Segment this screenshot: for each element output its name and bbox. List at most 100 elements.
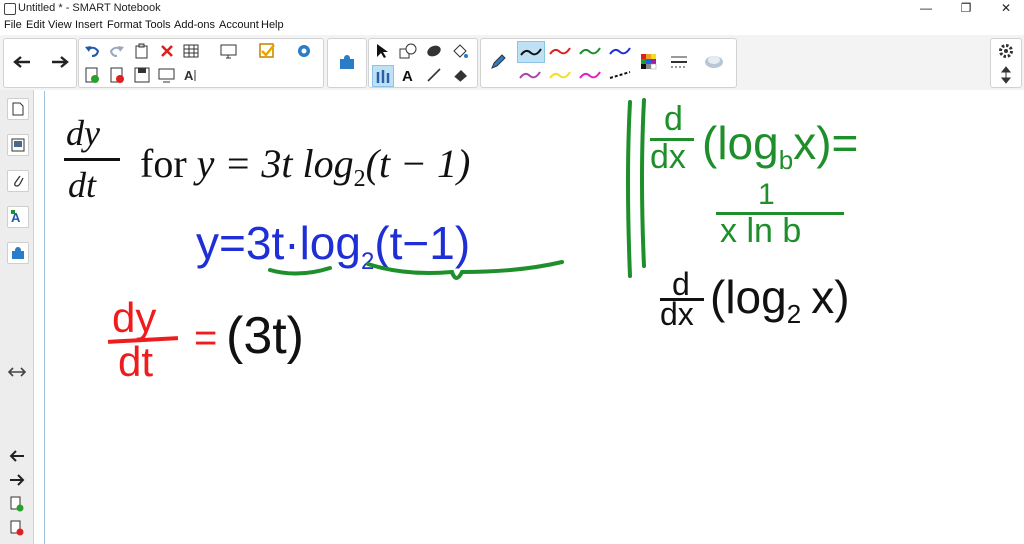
pen-magenta-swatch[interactable]: [577, 65, 603, 85]
paste-icon[interactable]: [132, 41, 152, 61]
problem-for-word: for: [140, 141, 187, 186]
menu-edit[interactable]: Edit: [26, 19, 45, 31]
activity-group: [327, 38, 367, 88]
page-edge-line: [44, 91, 45, 544]
previous-page-icon[interactable]: [7, 446, 27, 466]
pen-dashed-swatch[interactable]: [607, 65, 633, 85]
add-page-icon[interactable]: [7, 494, 27, 514]
pen-purple-swatch[interactable]: [517, 65, 543, 85]
settings-group: [990, 38, 1022, 88]
display-icon[interactable]: [157, 65, 177, 85]
problem-statement: for y = 3t log2(t − 1): [140, 140, 470, 193]
toolbar-position-icon[interactable]: [996, 65, 1016, 85]
next-page-icon[interactable]: [7, 470, 27, 490]
hw-equals: =: [194, 316, 218, 360]
delete-page-icon[interactable]: [7, 518, 27, 538]
delete-icon[interactable]: [157, 41, 177, 61]
close-button[interactable]: ✕: [996, 1, 1016, 17]
rule-result-fraction: 1 x ln b: [716, 178, 846, 258]
rule-log-arg: x)=: [793, 117, 859, 169]
remove-page-icon[interactable]: [107, 65, 127, 85]
pen-red-swatch[interactable]: [547, 41, 573, 61]
select-arrow-icon[interactable]: [372, 41, 392, 61]
hw-dydt-num: dy: [112, 294, 157, 341]
page-sorter-check-icon[interactable]: [257, 41, 277, 61]
svg-text:A: A: [402, 68, 413, 83]
rule-derivative-fraction: d dx: [648, 100, 698, 180]
pen-blue-swatch[interactable]: [607, 41, 633, 61]
redo-icon[interactable]: [107, 41, 127, 61]
menu-addons[interactable]: Add-ons: [174, 19, 215, 31]
addons-gear-icon[interactable]: [294, 41, 314, 61]
svg-text:A: A: [184, 68, 194, 83]
restore-button[interactable]: ❐: [956, 1, 976, 17]
title-bar: Untitled * - SMART Notebook — ❐ ✕: [0, 0, 1024, 18]
rule-result-num: 1: [758, 178, 775, 211]
settings-gear-icon[interactable]: [996, 41, 1016, 61]
rule-result-den: x ln b: [720, 212, 802, 250]
line-style-icon[interactable]: [669, 52, 689, 72]
hw-dydt-den: dt: [118, 338, 154, 385]
deriv-log-expression: (log2 x): [710, 270, 850, 330]
text-tool-icon[interactable]: A: [182, 65, 202, 85]
properties-tab-icon[interactable]: A: [7, 206, 29, 228]
pen-palette-group: [480, 38, 737, 88]
window-title: Untitled * - SMART Notebook: [18, 2, 161, 14]
deriv-fraction: d dx: [658, 266, 710, 336]
rule-d-den: dx: [650, 138, 686, 176]
menu-bar: File Edit View Insert Format Tools Add-o…: [0, 18, 1024, 35]
pens-icon[interactable]: [372, 65, 394, 87]
fraction-bar: [64, 158, 120, 161]
pen-green-swatch[interactable]: [577, 41, 603, 61]
deriv-log-base: 2: [786, 299, 802, 330]
pen-black-swatch[interactable]: [517, 41, 545, 63]
problem-expression-tail: (t − 1): [365, 141, 471, 186]
pen-yellow-swatch[interactable]: [547, 65, 573, 85]
screen-capture-icon[interactable]: [219, 41, 239, 61]
fill-effects-icon[interactable]: [703, 52, 723, 72]
eraser-shape-icon[interactable]: [424, 41, 444, 61]
pencil-icon[interactable]: [488, 52, 508, 72]
minimize-button[interactable]: —: [916, 1, 936, 17]
tools-group: A: [368, 38, 478, 88]
rule-log: (log: [702, 117, 779, 169]
move-sidebar-icon[interactable]: [7, 362, 27, 382]
fill-bucket-icon[interactable]: [450, 41, 470, 61]
page-sorter-tab-icon[interactable]: [7, 98, 29, 120]
puzzle-icon[interactable]: [337, 52, 357, 72]
hw-dydt-fraction: dy dt: [107, 294, 184, 385]
rule-log-expression: (logbx)=: [702, 116, 858, 176]
fraction-numerator: dy: [66, 113, 100, 153]
forward-arrow-icon[interactable]: [50, 52, 70, 72]
gallery-tab-icon[interactable]: [7, 134, 29, 156]
text-a-icon[interactable]: A: [398, 65, 418, 85]
shapes-icon[interactable]: [398, 41, 418, 61]
nav-group: [3, 38, 77, 88]
menu-view[interactable]: View: [48, 19, 72, 31]
deriv-log: (log: [710, 271, 787, 323]
edit-group: A: [78, 38, 324, 88]
attachments-tab-icon[interactable]: [7, 170, 29, 192]
menu-insert[interactable]: Insert: [75, 19, 103, 31]
rule-d-num: d: [664, 100, 683, 138]
line-tool-icon[interactable]: [424, 65, 444, 85]
toolbar: A A: [0, 35, 1024, 91]
eraser-icon[interactable]: [450, 65, 470, 85]
addons-tab-icon[interactable]: [7, 242, 29, 264]
menu-format[interactable]: Format: [107, 19, 142, 31]
back-arrow-icon[interactable]: [12, 52, 32, 72]
deriv-log-arg: x): [811, 271, 850, 323]
undo-icon[interactable]: [82, 41, 102, 61]
problem-log-base: 2: [353, 166, 366, 192]
problem-fraction: dy dt: [64, 112, 124, 212]
save-icon[interactable]: [132, 65, 152, 85]
menu-tools[interactable]: Tools: [145, 19, 171, 31]
menu-account[interactable]: Account: [219, 19, 259, 31]
problem-expression: y = 3t log: [196, 141, 354, 186]
menu-help[interactable]: Help: [261, 19, 284, 31]
table-icon[interactable]: [182, 41, 202, 61]
menu-file[interactable]: File: [4, 19, 22, 31]
color-palette-icon[interactable]: [639, 52, 659, 72]
insert-page-icon[interactable]: [82, 65, 102, 85]
side-tab-bar: A: [0, 90, 34, 544]
